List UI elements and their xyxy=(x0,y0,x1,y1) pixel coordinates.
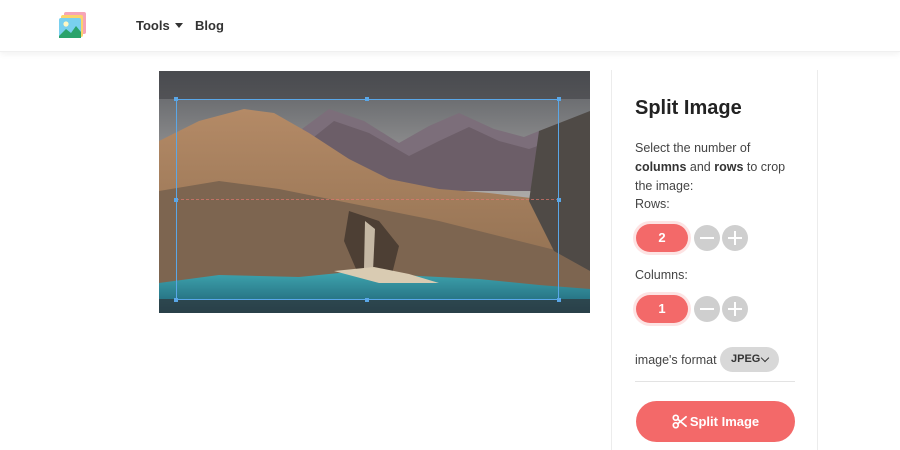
caret-down-icon xyxy=(174,23,183,28)
columns-label: Columns: xyxy=(635,268,688,282)
site-logo-icon[interactable] xyxy=(58,10,88,40)
crop-handle-bottom-right[interactable] xyxy=(557,298,561,302)
split-image-button[interactable]: Split Image xyxy=(636,401,795,442)
crop-handle-top-right[interactable] xyxy=(557,97,561,101)
format-label: image's format xyxy=(635,353,717,367)
panel-title: Split Image xyxy=(635,97,742,119)
scissors-icon xyxy=(672,404,687,445)
description-prefix: Select the number of xyxy=(635,141,751,155)
minus-icon xyxy=(700,237,714,239)
crop-handle-bottom[interactable] xyxy=(365,298,369,302)
panel-description: Select the number of columns and rows to… xyxy=(635,139,805,196)
chevron-down-icon xyxy=(760,353,770,363)
crop-handle-right[interactable] xyxy=(557,198,561,202)
rows-word: rows xyxy=(714,160,744,174)
minus-icon xyxy=(700,308,714,310)
top-nav-bar: Tools Blog xyxy=(0,0,900,52)
rows-value: 2 xyxy=(636,224,688,252)
nav-blog-link[interactable]: Blog xyxy=(195,18,224,33)
format-select[interactable]: JPEG xyxy=(720,347,779,372)
nav-tools-label: Tools xyxy=(136,18,170,33)
columns-word: columns xyxy=(635,160,687,174)
panel-divider xyxy=(635,381,795,382)
rows-minus-button[interactable] xyxy=(694,225,720,251)
split-button-label: Split Image xyxy=(689,414,760,429)
row-split-line xyxy=(176,199,559,200)
crop-handle-top-left[interactable] xyxy=(174,97,178,101)
split-settings-panel: Split Image Select the number of columns… xyxy=(611,70,818,450)
format-value: JPEG xyxy=(731,353,761,365)
rows-label: Rows: xyxy=(635,197,670,211)
columns-value: 1 xyxy=(636,295,688,323)
columns-plus-button[interactable] xyxy=(722,296,748,322)
rows-plus-button[interactable] xyxy=(722,225,748,251)
crop-handle-top[interactable] xyxy=(365,97,369,101)
nav-tools-menu[interactable]: Tools xyxy=(136,18,183,33)
crop-handle-left[interactable] xyxy=(174,198,178,202)
columns-minus-button[interactable] xyxy=(694,296,720,322)
and-word: and xyxy=(689,160,711,174)
crop-handle-bottom-left[interactable] xyxy=(174,298,178,302)
